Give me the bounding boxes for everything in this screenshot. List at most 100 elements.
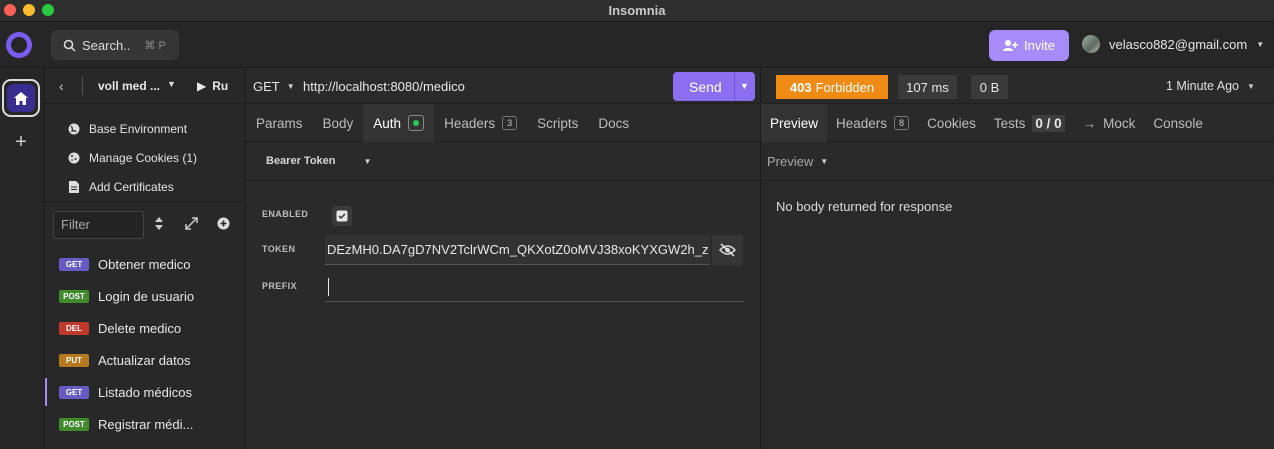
- tab-label: Params: [256, 115, 303, 131]
- menu-item-label: Add Certificates: [89, 179, 174, 194]
- expand-all-icon[interactable]: [185, 217, 198, 233]
- tab-auth[interactable]: Auth: [363, 104, 435, 142]
- chevron-down-icon[interactable]: ▼: [167, 79, 176, 89]
- environment-menu: Base Environment Manage Cookies (1) Add …: [45, 114, 245, 201]
- sort-icon[interactable]: [155, 217, 163, 233]
- request-item[interactable]: POST Login de usuario: [45, 280, 245, 312]
- url-input[interactable]: http://localhost:8080/medico: [303, 79, 465, 94]
- back-chevron-icon[interactable]: ‹: [59, 78, 64, 94]
- globe-icon: [67, 122, 80, 135]
- send-button[interactable]: Send ▼: [673, 72, 755, 101]
- user-menu[interactable]: velasco882@gmail.com ▼: [1082, 35, 1264, 53]
- tests-count-badge: 0 / 0: [1032, 114, 1065, 132]
- auth-type-select[interactable]: Bearer Token ▼: [266, 155, 371, 167]
- text-cursor: [325, 274, 329, 302]
- tab-params[interactable]: Params: [246, 104, 313, 142]
- request-item[interactable]: POST Registrar médi...: [45, 408, 245, 440]
- http-method-select[interactable]: GET ▼: [253, 79, 295, 94]
- project-name[interactable]: voll med ...: [98, 79, 160, 93]
- method-badge: GET: [59, 385, 89, 399]
- tab-response-headers[interactable]: Headers 8: [827, 104, 918, 142]
- request-item[interactable]: PUT Actualizar datos: [45, 344, 245, 376]
- chevron-down-icon: ▼: [286, 82, 295, 91]
- request-item[interactable]: DEL Delete medico: [45, 312, 245, 344]
- search-button[interactable]: Search.. ⌘ P: [51, 30, 179, 60]
- status-code: 403: [789, 79, 812, 95]
- enabled-checkbox[interactable]: [332, 206, 352, 226]
- auth-type-label: Bearer Token: [266, 155, 336, 167]
- token-label: TOKEN: [262, 244, 296, 254]
- request-name: Registrar médi...: [98, 416, 194, 432]
- search-shortcut: ⌘ P: [144, 39, 166, 52]
- tab-label: Tests: [993, 115, 1026, 131]
- preview-mode-label: Preview: [767, 154, 814, 169]
- sidebar: ‹ voll med ... ▼ ▶ Ru Base Environment M…: [45, 68, 246, 449]
- method-badge: GET: [59, 257, 89, 271]
- preview-mode-select[interactable]: Preview ▼: [767, 154, 828, 169]
- run-button[interactable]: ▶ Ru: [197, 79, 228, 93]
- method-badge: POST: [59, 289, 89, 303]
- add-user-icon: [1002, 40, 1018, 51]
- request-tabs: Params Body Auth Headers 3 Scripts Docs: [246, 104, 761, 142]
- response-pane: 403 Forbidden 107 ms 0 B 1 Minute Ago ▼ …: [761, 68, 1274, 449]
- request-name: Actualizar datos: [98, 352, 191, 368]
- check-icon: [336, 210, 348, 222]
- tab-docs[interactable]: Docs: [588, 104, 639, 142]
- empty-body-message: No body returned for response: [776, 199, 953, 214]
- request-name: Delete medico: [98, 320, 182, 336]
- tab-label: Docs: [598, 115, 630, 131]
- status-badge: 403 Forbidden: [776, 75, 888, 99]
- response-status-bar: 403 Forbidden 107 ms 0 B 1 Minute Ago ▼: [761, 68, 1274, 104]
- user-email: velasco882@gmail.com: [1109, 36, 1248, 52]
- response-time-badge: 107 ms: [898, 75, 957, 99]
- chevron-down-icon: ▼: [363, 156, 372, 166]
- auth-type-row: Bearer Token ▼: [246, 143, 761, 181]
- request-item[interactable]: GET Obtener medico: [45, 248, 245, 280]
- tab-label: Auth: [373, 115, 402, 131]
- tab-label: Headers: [836, 115, 888, 131]
- add-certificates-item[interactable]: Add Certificates: [45, 172, 245, 201]
- tab-preview[interactable]: Preview: [761, 104, 828, 142]
- run-label: Ru: [212, 79, 229, 93]
- toggle-visibility-button[interactable]: [712, 235, 743, 265]
- window-title: Insomnia: [608, 3, 666, 18]
- add-organization-button[interactable]: +: [9, 130, 33, 154]
- add-request-icon[interactable]: [217, 217, 230, 233]
- send-options-chevron-icon[interactable]: ▼: [740, 81, 749, 91]
- headers-count-badge: 3: [502, 116, 518, 130]
- divider: [761, 180, 1274, 181]
- method-badge: POST: [59, 417, 89, 431]
- prefix-label: PREFIX: [262, 281, 297, 291]
- request-name: Login de usuario: [98, 288, 195, 304]
- base-environment-item[interactable]: Base Environment: [45, 114, 245, 143]
- request-item[interactable]: GET Listado médicos: [45, 376, 245, 408]
- method-badge: PUT: [59, 353, 89, 367]
- tab-cookies[interactable]: Cookies: [918, 104, 985, 142]
- chevron-down-icon: ▼: [1246, 81, 1255, 91]
- divider: [45, 201, 245, 202]
- tab-headers[interactable]: Headers 3: [434, 104, 527, 142]
- invite-label: Invite: [1023, 38, 1056, 53]
- response-headers-count-badge: 8: [894, 116, 910, 130]
- tab-scripts[interactable]: Scripts: [527, 104, 588, 142]
- prefix-input[interactable]: [325, 274, 744, 302]
- response-size-badge: 0 B: [971, 75, 1008, 99]
- token-input[interactable]: DEzMH0.DA7gD7NV2TclrWCm_QKXotZ0oMVJ38xoK…: [325, 235, 710, 265]
- tab-tests[interactable]: Tests 0 / 0: [985, 104, 1074, 142]
- chevron-down-icon: ▼: [820, 157, 829, 166]
- avatar: [1082, 35, 1100, 53]
- tab-body[interactable]: Body: [313, 104, 364, 142]
- tab-mock[interactable]: → Mock: [1074, 104, 1145, 142]
- manage-cookies-item[interactable]: Manage Cookies (1): [45, 143, 245, 172]
- request-name: Obtener medico: [98, 256, 191, 272]
- send-label: Send: [689, 79, 722, 95]
- tab-label: Scripts: [537, 115, 579, 131]
- tab-console[interactable]: Console: [1144, 104, 1212, 142]
- filter-input[interactable]: Filter: [53, 211, 144, 239]
- tab-label: Cookies: [927, 115, 976, 131]
- invite-button[interactable]: Invite: [989, 30, 1069, 61]
- response-history-dropdown[interactable]: 1 Minute Ago ▼: [1166, 79, 1255, 93]
- home-button[interactable]: [2, 79, 40, 117]
- insomnia-logo-icon[interactable]: [6, 32, 32, 58]
- response-tabs: Preview Headers 8 Cookies Tests 0 / 0 → …: [761, 104, 1274, 142]
